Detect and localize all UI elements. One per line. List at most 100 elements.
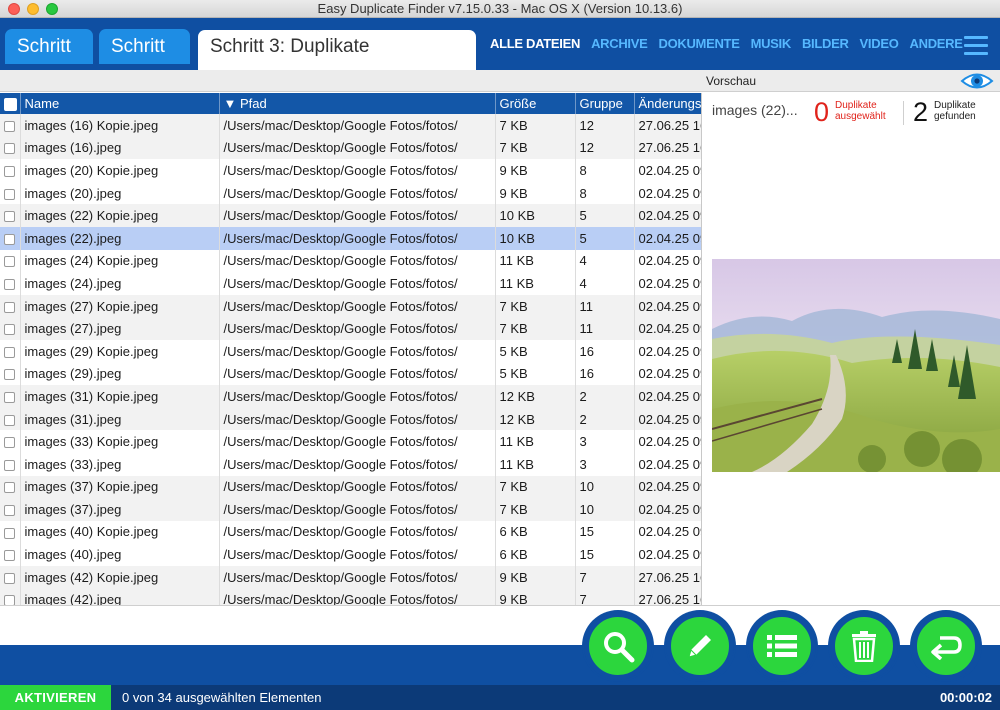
table-row[interactable]: images (31).jpeg/Users/mac/Desktop/Googl… — [0, 407, 701, 431]
table-row[interactable]: images (33).jpeg/Users/mac/Desktop/Googl… — [0, 452, 701, 476]
row-checkbox-cell[interactable] — [0, 520, 21, 544]
row-checkbox-cell[interactable] — [0, 159, 21, 182]
eye-icon[interactable] — [960, 70, 994, 92]
table-row[interactable]: images (37) Kopie.jpeg/Users/mac/Desktop… — [0, 475, 701, 499]
table-row[interactable]: images (20).jpeg/Users/mac/Desktop/Googl… — [0, 181, 701, 205]
row-checkbox-cell[interactable] — [0, 339, 21, 363]
table-row[interactable]: images (27) Kopie.jpeg/Users/mac/Desktop… — [0, 294, 701, 318]
category-video[interactable]: Video — [860, 36, 899, 51]
cell-modified: 02.04.25 09:12 — [634, 272, 701, 295]
row-checkbox-cell[interactable] — [0, 114, 21, 137]
row-checkbox[interactable] — [4, 188, 15, 200]
row-checkbox-cell[interactable] — [0, 498, 21, 521]
cell-size: 5 KB — [495, 339, 576, 363]
row-checkbox-cell[interactable] — [0, 565, 21, 589]
minimize-window-button[interactable] — [27, 3, 39, 15]
row-checkbox-cell[interactable] — [0, 136, 21, 160]
tab-step-2[interactable]: Schritt 2 — [99, 29, 190, 92]
table-row[interactable]: images (27).jpeg/Users/mac/Desktop/Googl… — [0, 317, 701, 340]
delete-button[interactable] — [830, 612, 898, 680]
zoom-window-button[interactable] — [46, 3, 58, 15]
tab-step-3[interactable]: Schritt 3: Duplikate bearbeiten — [198, 30, 476, 91]
table-row[interactable]: images (16) Kopie.jpeg/Users/mac/Desktop… — [0, 114, 701, 137]
table-row[interactable]: images (29).jpeg/Users/mac/Desktop/Googl… — [0, 362, 701, 386]
row-checkbox-cell[interactable] — [0, 181, 21, 205]
table-row[interactable]: images (22).jpeg/Users/mac/Desktop/Googl… — [0, 226, 701, 250]
column-path[interactable]: ▼ Pfad — [219, 93, 496, 114]
row-checkbox-cell[interactable] — [0, 317, 21, 340]
category-documents[interactable]: Dokumente — [658, 36, 739, 51]
category-other[interactable]: Andere — [910, 36, 963, 51]
row-checkbox-cell[interactable] — [0, 452, 21, 476]
scan-button[interactable] — [584, 612, 652, 680]
tab-step-1[interactable]: Schritt 1 — [5, 29, 93, 92]
table-row[interactable]: images (40) Kopie.jpeg/Users/mac/Desktop… — [0, 520, 701, 544]
table-row[interactable]: images (40).jpeg/Users/mac/Desktop/Googl… — [0, 543, 701, 566]
row-checkbox[interactable] — [4, 482, 15, 494]
row-checkbox[interactable] — [4, 391, 15, 403]
row-checkbox[interactable] — [4, 211, 15, 223]
category-music[interactable]: Musik — [751, 36, 792, 51]
category-images[interactable]: Bilder — [802, 36, 849, 51]
table-row[interactable]: images (22) Kopie.jpeg/Users/mac/Desktop… — [0, 204, 701, 227]
row-checkbox[interactable] — [4, 595, 15, 605]
row-checkbox[interactable] — [4, 301, 15, 313]
row-checkbox[interactable] — [4, 369, 15, 381]
close-window-button[interactable] — [8, 3, 20, 15]
row-checkbox-cell[interactable] — [0, 430, 21, 453]
row-checkbox[interactable] — [4, 233, 15, 245]
cell-modified: 02.04.25 09:12 — [634, 520, 701, 544]
column-modified[interactable]: Änderungsdatum — [634, 93, 701, 114]
row-checkbox[interactable] — [4, 504, 15, 516]
row-checkbox-cell[interactable] — [0, 272, 21, 295]
row-checkbox[interactable] — [4, 279, 15, 291]
row-checkbox[interactable] — [4, 346, 15, 358]
category-archives[interactable]: Archive — [591, 36, 648, 51]
row-checkbox[interactable] — [4, 572, 15, 584]
table-row[interactable]: images (33) Kopie.jpeg/Users/mac/Desktop… — [0, 430, 701, 453]
row-checkbox[interactable] — [4, 166, 15, 178]
row-checkbox-cell[interactable] — [0, 407, 21, 431]
row-checkbox-cell[interactable] — [0, 543, 21, 566]
row-checkbox-cell[interactable] — [0, 294, 21, 318]
table-row[interactable]: images (31) Kopie.jpeg/Users/mac/Desktop… — [0, 385, 701, 408]
menu-icon[interactable] — [964, 36, 988, 56]
table-row[interactable]: images (16).jpeg/Users/mac/Desktop/Googl… — [0, 136, 701, 160]
table-row[interactable]: images (24) Kopie.jpeg/Users/mac/Desktop… — [0, 249, 701, 273]
column-size[interactable]: Größe — [495, 93, 576, 114]
column-group[interactable]: Gruppe — [575, 93, 635, 114]
row-checkbox[interactable] — [4, 437, 15, 449]
row-checkbox-cell[interactable] — [0, 385, 21, 408]
row-checkbox[interactable] — [4, 143, 15, 155]
table-row[interactable]: images (42) Kopie.jpeg/Users/mac/Desktop… — [0, 565, 701, 589]
row-checkbox[interactable] — [4, 120, 15, 132]
edit-button[interactable] — [666, 612, 734, 680]
category-all-files[interactable]: Alle Dateien — [490, 36, 580, 51]
table-row[interactable]: images (20) Kopie.jpeg/Users/mac/Desktop… — [0, 159, 701, 182]
table-row[interactable]: images (37).jpeg/Users/mac/Desktop/Googl… — [0, 498, 701, 521]
row-checkbox[interactable] — [4, 550, 15, 562]
row-checkbox[interactable] — [4, 527, 15, 539]
cell-modified: 02.04.25 09:12 — [634, 181, 701, 205]
undo-button[interactable] — [912, 612, 980, 680]
table-row[interactable]: images (24).jpeg/Users/mac/Desktop/Googl… — [0, 272, 701, 295]
row-checkbox-cell[interactable] — [0, 475, 21, 499]
column-name[interactable]: Name — [20, 93, 220, 114]
row-checkbox[interactable] — [4, 459, 15, 471]
row-checkbox-cell[interactable] — [0, 204, 21, 227]
table-row[interactable]: images (42).jpeg/Users/mac/Desktop/Googl… — [0, 588, 701, 605]
row-checkbox-cell[interactable] — [0, 249, 21, 273]
cell-group: 7 — [575, 565, 635, 589]
row-checkbox-cell[interactable] — [0, 362, 21, 386]
row-checkbox-cell[interactable] — [0, 226, 21, 250]
row-checkbox-cell[interactable] — [0, 588, 21, 605]
list-button[interactable] — [748, 612, 816, 680]
row-checkbox[interactable] — [4, 414, 15, 426]
row-checkbox[interactable] — [4, 324, 15, 336]
activate-button[interactable]: AKTIVIEREN — [0, 685, 111, 710]
select-all-column[interactable] — [0, 93, 21, 114]
select-all-checkbox[interactable] — [4, 98, 17, 112]
cell-modified: 02.04.25 09:12 — [634, 385, 701, 408]
row-checkbox[interactable] — [4, 256, 15, 268]
table-row[interactable]: images (29) Kopie.jpeg/Users/mac/Desktop… — [0, 339, 701, 363]
